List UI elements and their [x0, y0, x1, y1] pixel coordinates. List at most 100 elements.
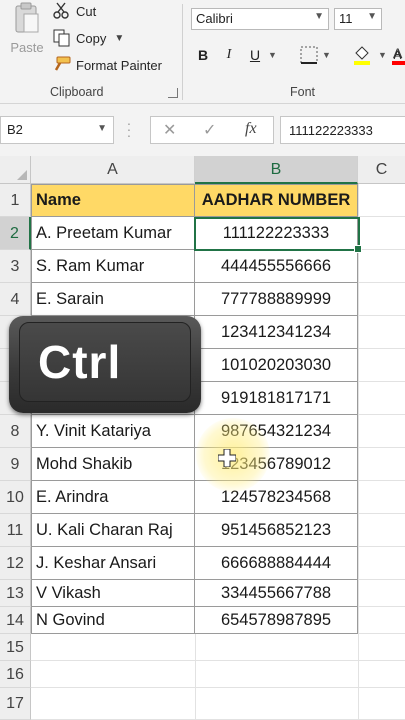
- scissors-icon: [53, 2, 69, 19]
- gridline: [358, 634, 359, 720]
- table-cell-name[interactable]: E. Sarain: [31, 283, 195, 316]
- table-cell-aadhar[interactable]: 123412341234: [195, 316, 358, 349]
- row-header[interactable]: 8: [0, 415, 31, 448]
- table-cell-aadhar[interactable]: 334455667788: [195, 580, 358, 607]
- chevron-down-icon[interactable]: ▼: [378, 44, 387, 66]
- row-header[interactable]: 1: [0, 184, 31, 217]
- font-name-select[interactable]: Calibri ▼: [191, 8, 329, 30]
- paste-button[interactable]: Paste: [4, 0, 50, 62]
- gridline: [195, 634, 196, 720]
- gridline: [358, 606, 405, 607]
- ctrl-key-label: Ctrl: [38, 336, 122, 388]
- chevron-down-icon: ▼: [367, 11, 377, 22]
- row-header[interactable]: 2: [0, 217, 31, 250]
- clipboard-group-label: Clipboard: [50, 85, 104, 99]
- column-header-a[interactable]: A: [31, 156, 195, 184]
- font-name-value: Calibri: [196, 11, 233, 26]
- row-header[interactable]: 4: [0, 283, 31, 316]
- cancel-icon[interactable]: ✕: [163, 120, 176, 140]
- gridline: [358, 513, 405, 514]
- row-header[interactable]: 10: [0, 481, 31, 514]
- font-size-select[interactable]: 11 ▼: [334, 8, 382, 30]
- table-cell-aadhar[interactable]: 101020203030: [195, 349, 358, 382]
- row-header[interactable]: 15: [0, 634, 31, 661]
- bold-button[interactable]: B: [194, 44, 212, 66]
- paste-icon: [15, 2, 39, 33]
- gridline: [358, 579, 405, 580]
- table-cell-aadhar[interactable]: 777788889999: [195, 283, 358, 316]
- fill-color-icon[interactable]: [352, 44, 372, 66]
- row-header[interactable]: 11: [0, 514, 31, 547]
- font-group-label: Font: [290, 85, 316, 99]
- gridline: [358, 216, 405, 217]
- row-header[interactable]: 12: [0, 547, 31, 580]
- table-cell-name[interactable]: Y. Vinit Katariya: [31, 415, 195, 448]
- ribbon: Paste Cut Copy ▼ Format Painter Clipboar…: [0, 0, 405, 104]
- row-header[interactable]: 13: [0, 580, 31, 607]
- format-painter-icon: [54, 56, 71, 71]
- gridline: [358, 381, 405, 382]
- table-cell-aadhar[interactable]: 666688884444: [195, 547, 358, 580]
- header-cell-name[interactable]: Name: [31, 184, 195, 217]
- active-cell-border: [194, 217, 362, 253]
- more-options-icon: · · ·: [126, 115, 132, 143]
- table-cell-name[interactable]: A. Preetam Kumar: [31, 217, 195, 250]
- ctrl-key-overlay: Ctrl: [9, 316, 201, 413]
- gridline: [358, 447, 405, 448]
- format-painter-label: Format Painter: [76, 57, 162, 73]
- table-cell-name[interactable]: J. Keshar Ansari: [31, 547, 195, 580]
- header-cell-aadhar[interactable]: AADHAR NUMBER: [195, 184, 358, 217]
- row-header[interactable]: 9: [0, 448, 31, 481]
- table-cell-name[interactable]: S. Ram Kumar: [31, 250, 195, 283]
- row-header[interactable]: 17: [0, 688, 31, 720]
- format-painter-button[interactable]: Format Painter: [52, 54, 162, 76]
- cursor-cross-icon: [218, 449, 236, 467]
- formula-input[interactable]: 111122223333: [280, 116, 405, 144]
- gridline: [358, 282, 405, 283]
- paste-label: Paste: [10, 40, 44, 55]
- formula-controls: ✕ ✓ fx: [150, 116, 274, 144]
- underline-button[interactable]: U: [246, 44, 264, 66]
- chevron-down-icon[interactable]: ▼: [114, 33, 124, 44]
- column-header-b[interactable]: B: [195, 156, 358, 184]
- gridline: [31, 687, 405, 688]
- gridline: [358, 249, 405, 250]
- italic-button[interactable]: I: [220, 44, 238, 66]
- row-header[interactable]: 14: [0, 607, 31, 634]
- chevron-down-icon[interactable]: ▼: [322, 44, 331, 66]
- group-divider: [182, 4, 183, 100]
- cut-label: Cut: [76, 3, 97, 19]
- table-cell-name[interactable]: E. Arindra: [31, 481, 195, 514]
- name-box[interactable]: B2 ▼: [0, 116, 114, 144]
- table-cell-name[interactable]: N Govind: [31, 607, 195, 634]
- copy-button[interactable]: Copy ▼: [52, 27, 124, 49]
- gridline: [358, 348, 405, 349]
- column-header-c[interactable]: C: [358, 156, 405, 184]
- table-cell-aadhar[interactable]: 654578987895: [195, 607, 358, 634]
- gridline: [358, 315, 405, 316]
- chevron-down-icon[interactable]: ▼: [268, 44, 277, 66]
- gridline: [31, 660, 405, 661]
- table-cell-aadhar[interactable]: 951456852123: [195, 514, 358, 547]
- font-color-icon[interactable]: A: [392, 44, 405, 66]
- gridline: [358, 633, 405, 634]
- row-header[interactable]: 16: [0, 661, 31, 688]
- formula-bar: B2 ▼ · · · ✕ ✓ fx 111122223333: [0, 104, 405, 156]
- dialog-launcher-icon[interactable]: [168, 88, 178, 98]
- row-header[interactable]: 3: [0, 250, 31, 283]
- table-cell-name[interactable]: U. Kali Charan Raj: [31, 514, 195, 547]
- table-cell-aadhar[interactable]: 444455556666: [195, 250, 358, 283]
- gridline: [358, 480, 405, 481]
- table-cell-aadhar[interactable]: 919181817171: [195, 382, 358, 415]
- table-cell-name[interactable]: V Vikash: [31, 580, 195, 607]
- table-cell-name[interactable]: Mohd Shakib: [31, 448, 195, 481]
- svg-text:A: A: [393, 45, 403, 61]
- cut-button[interactable]: Cut: [52, 0, 96, 22]
- borders-icon[interactable]: [300, 46, 318, 64]
- insert-function-icon[interactable]: fx: [245, 120, 257, 138]
- copy-label: Copy: [76, 30, 107, 46]
- name-box-value: B2: [7, 122, 23, 137]
- font-size-value: 11: [339, 11, 353, 26]
- enter-check-icon[interactable]: ✓: [203, 120, 216, 140]
- select-all-button[interactable]: [0, 156, 31, 184]
